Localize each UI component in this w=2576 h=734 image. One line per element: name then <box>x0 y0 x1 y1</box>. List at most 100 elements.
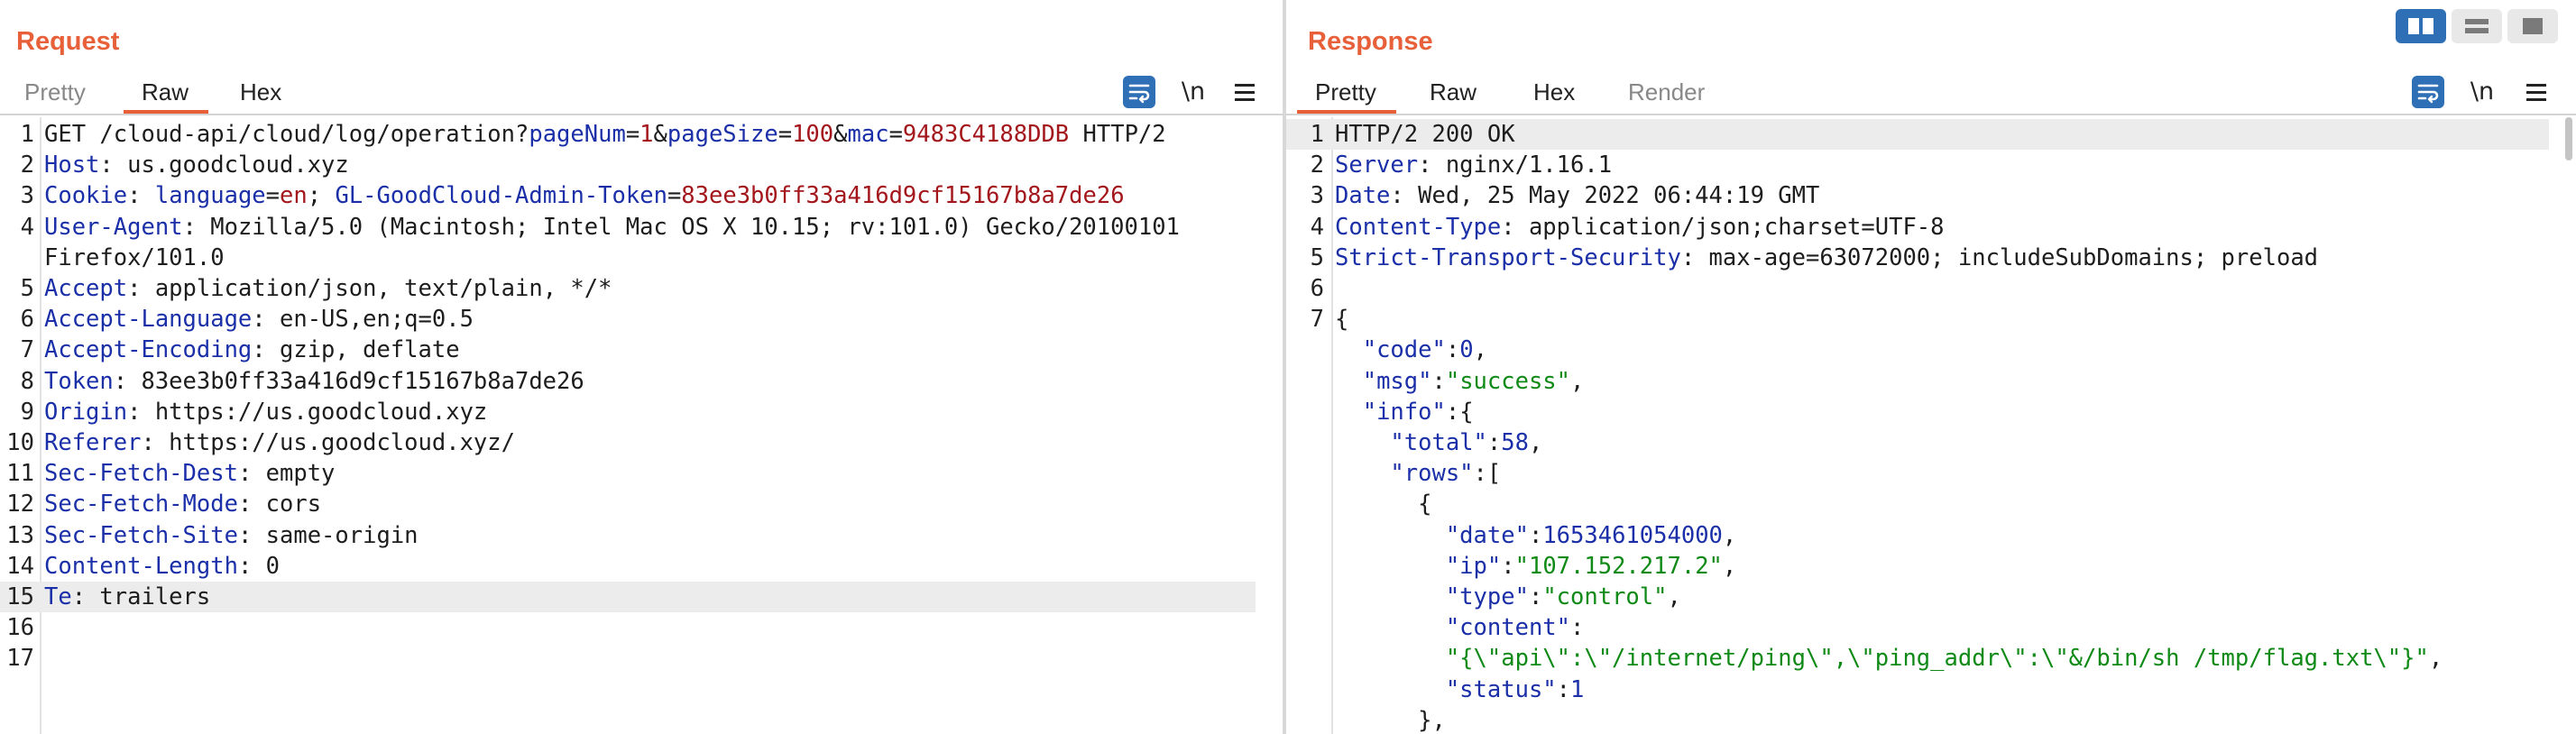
code-line[interactable]: 8 Token: 83ee3b0ff33a416d9cf15167b8a7de26 <box>0 366 1256 397</box>
token-key: Host <box>44 151 100 179</box>
wrap-lines-icon[interactable] <box>2412 76 2444 108</box>
code-line[interactable]: 9 Origin: https://us.goodcloud.xyz <box>0 397 1256 427</box>
code-line[interactable]: 1 GET /cloud-api/cloud/log/operation?page… <box>0 119 1256 150</box>
code-line[interactable]: 5 Strict-Transport-Security: max-age=6307… <box>1286 243 2549 273</box>
code-line[interactable]: "code":0, <box>1286 335 2549 365</box>
line-content: { <box>1335 489 1431 519</box>
hamburger-menu-icon[interactable] <box>2520 76 2553 108</box>
code-line[interactable]: 1 HTTP/2 200 OK <box>1286 119 2549 150</box>
code-line[interactable]: 7 Accept-Encoding: gzip, deflate <box>0 335 1256 365</box>
token-text: HTTP/2 200 OK <box>1335 121 1515 148</box>
token-text: : empty <box>237 460 336 488</box>
token-key: Strict-Transport-Security <box>1335 243 1681 271</box>
tab-response-hex[interactable]: Hex <box>1533 72 1575 112</box>
token-text: : https://us.goodcloud.xyz/ <box>141 429 515 456</box>
code-line[interactable]: 3 Cookie: language=en; GL-GoodCloud-Admin… <box>0 180 1256 211</box>
tab-response-render[interactable]: Render <box>1628 72 1705 112</box>
token-text: }, <box>1335 706 1446 734</box>
code-line[interactable]: "rows":[ <box>1286 458 2549 489</box>
line-number: 5 <box>1310 243 1324 271</box>
tab-response-raw[interactable]: Raw <box>1430 72 1477 112</box>
code-line[interactable]: "{\"api\":\"/internet/ping\",\"ping_addr… <box>1286 643 2549 674</box>
line-content: Referer: https://us.goodcloud.xyz/ <box>44 427 515 458</box>
token-text: : Mozilla/5.0 (Macintosh; Intel Mac OS X… <box>182 213 1180 241</box>
code-line[interactable]: 5 Accept: application/json, text/plain, *… <box>0 273 1256 304</box>
newline-toggle-icon[interactable]: \n <box>2466 76 2498 108</box>
token-key: Sec-Fetch-Mode <box>44 491 238 518</box>
token-value: 83ee3b0ff33a416d9cf15167b8a7de26 <box>681 182 1125 210</box>
token-string: "{\"api\":\"/internet/ping\",\"ping_addr… <box>1445 645 2429 673</box>
code-line[interactable]: 15 Te: trailers <box>0 582 1256 612</box>
token-key: "total" <box>1390 429 1487 456</box>
code-line[interactable]: 12 Sec-Fetch-Mode: cors <box>0 489 1256 519</box>
code-line[interactable]: 17 <box>0 643 1256 674</box>
layout-stacked-icon[interactable] <box>2452 9 2502 43</box>
tab-request-hex[interactable]: Hex <box>240 72 281 112</box>
code-line[interactable]: 6 Accept-Language: en-US,en;q=0.5 <box>0 304 1256 335</box>
response-editor[interactable]: 1 HTTP/2 200 OK 2 Server: nginx/1.16.1 3 Date… <box>1286 117 2576 734</box>
code-line[interactable]: }, <box>1286 705 2549 734</box>
code-line[interactable]: { <box>1286 489 2549 519</box>
tab-request-raw[interactable]: Raw <box>123 72 209 114</box>
token-key: Cookie <box>44 182 128 210</box>
line-content: "{\"api\":\"/internet/ping\",\"ping_addr… <box>1335 643 2443 674</box>
code-line[interactable]: Firefox/101.0 <box>0 243 1256 273</box>
code-line[interactable]: "info":{ <box>1286 397 2549 427</box>
code-line[interactable]: 14 Content-Length: 0 <box>0 551 1256 582</box>
code-line[interactable]: 7{ <box>1286 304 2549 335</box>
layout-single-icon[interactable] <box>2507 9 2558 43</box>
code-line[interactable]: "msg":"success", <box>1286 366 2549 397</box>
newline-toggle-icon[interactable]: \n <box>1177 76 1210 108</box>
wrap-lines-icon[interactable] <box>1123 76 1155 108</box>
line-number: 2 <box>20 151 34 179</box>
hamburger-menu-icon[interactable] <box>1228 76 1261 108</box>
vertical-scrollbar[interactable] <box>2565 117 2572 161</box>
line-content: }, <box>1335 705 1446 734</box>
line-content: Sec-Fetch-Site: same-origin <box>44 520 419 551</box>
code-line[interactable]: 4 Content-Type: application/json;charset=… <box>1286 212 2549 243</box>
token-text: : gzip, deflate <box>252 336 460 364</box>
code-line[interactable]: 3 Date: Wed, 25 May 2022 06:44:19 GMT <box>1286 180 2549 211</box>
line-number: 2 <box>1310 151 1324 179</box>
code-line[interactable]: "status":1 <box>1286 674 2549 705</box>
code-line[interactable]: 11 Sec-Fetch-Dest: empty <box>0 458 1256 489</box>
request-editor[interactable]: 1 GET /cloud-api/cloud/log/operation?page… <box>0 117 1283 734</box>
token-text: : <box>1486 429 1502 456</box>
line-number: 11 <box>6 460 34 488</box>
token-text: : <box>1501 552 1515 580</box>
token-text: , <box>1722 521 1737 549</box>
code-line[interactable]: 13 Sec-Fetch-Site: same-origin <box>0 520 1256 551</box>
code-line[interactable]: "type":"control", <box>1286 582 2549 612</box>
line-content: "msg":"success", <box>1335 366 1585 397</box>
response-panel: Response Pretty Raw Hex Render \n 1 HTTP/… <box>1286 0 2576 734</box>
tab-response-pretty[interactable]: Pretty <box>1297 72 1396 114</box>
token-text: :[ <box>1473 460 1502 488</box>
line-content: "total":58, <box>1335 427 1542 458</box>
layout-toggle <box>2396 9 2562 43</box>
token-text: : <box>1431 367 1446 395</box>
token-key: "info" <box>1362 398 1446 426</box>
code-line[interactable]: "total":58, <box>1286 427 2549 458</box>
code-line[interactable]: "content": <box>1286 612 2549 643</box>
code-line[interactable]: 2 Host: us.goodcloud.xyz <box>0 150 1256 180</box>
code-line[interactable]: 6 <box>1286 273 2549 304</box>
line-number: 16 <box>6 614 34 642</box>
line-number: 12 <box>6 491 34 518</box>
token-key: Date <box>1335 182 1391 210</box>
line-number: 4 <box>1310 213 1324 241</box>
code-line[interactable]: "date":1653461054000, <box>1286 520 2549 551</box>
code-line[interactable]: 4 User-Agent: Mozilla/5.0 (Macintosh; Int… <box>0 212 1256 243</box>
token-text: { <box>1335 491 1432 518</box>
line-content: "status":1 <box>1335 674 1585 705</box>
line-content: "rows":[ <box>1335 458 1501 489</box>
line-content: Date: Wed, 25 May 2022 06:44:19 GMT <box>1335 180 1819 211</box>
layout-side-by-side-icon[interactable] <box>2396 9 2446 43</box>
tab-request-pretty[interactable]: Pretty <box>24 72 86 112</box>
code-line[interactable]: 16 <box>0 612 1256 643</box>
code-line[interactable]: "ip":"107.152.217.2", <box>1286 551 2549 582</box>
code-line[interactable]: 10 Referer: https://us.goodcloud.xyz/ <box>0 427 1256 458</box>
token-key: "content" <box>1445 614 1570 642</box>
line-content: Token: 83ee3b0ff33a416d9cf15167b8a7de26 <box>44 366 584 397</box>
code-line[interactable]: 2 Server: nginx/1.16.1 <box>1286 150 2549 180</box>
